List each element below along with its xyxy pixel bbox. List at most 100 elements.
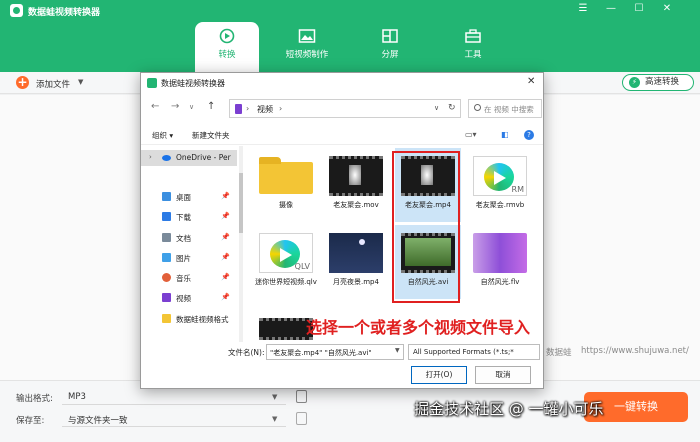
app-header: 数据蛙视频转换器 ☰ — ☐ ✕ 转换 短视频制作 分屏 工具 (0, 0, 700, 72)
back-icon[interactable]: ← (151, 101, 159, 112)
save-to-label: 保存至: (16, 416, 45, 426)
file-item[interactable]: RM 老友聚会.rmvb (467, 148, 533, 222)
video-file-icon (473, 233, 527, 273)
close-icon[interactable]: ✕ (660, 3, 674, 14)
nav-item-music[interactable]: 音乐 📌 (141, 270, 237, 286)
nav-item-shujuwa-folder[interactable]: 数据蛙视频格式 (141, 311, 237, 327)
navigation-pane: › OneDrive - Per 桌面 📌 下载 📌 文档 📌 图片 📌 音乐 … (141, 146, 239, 342)
file-item[interactable]: 月亮夜景.mp4 (323, 225, 389, 299)
add-file-icon[interactable]: + (16, 76, 29, 89)
tencent-video-icon: RM (473, 156, 527, 196)
tab-short-video-label: 短视频制作 (285, 50, 329, 60)
output-format-value: MP3 (68, 392, 86, 402)
search-input[interactable]: 在 视频 中搜索 (468, 99, 542, 118)
navigation-bar: ← → ∨ ↑ › 视频 › ∨ ↻ 在 视频 中搜索 (141, 95, 543, 121)
file-type-filter[interactable]: All Supported Formats (*.ts;* (408, 344, 540, 360)
chevron-right-icon: › (149, 153, 152, 161)
nav-label: 音乐 (176, 274, 191, 283)
site-watermark-label: 数据蛙 (546, 348, 572, 358)
open-button[interactable]: 打开(O) (411, 366, 467, 384)
convert-icon (219, 28, 235, 44)
nav-item-videos[interactable]: 视频 📌 (141, 290, 237, 306)
menu-icon[interactable]: ☰ (576, 3, 590, 14)
filename-row: 文件名(N): "老友聚会.mp4" "自然风光.avi" ▼ All Supp… (141, 343, 543, 361)
refresh-icon[interactable]: ↻ (448, 103, 456, 113)
nav-item-desktop[interactable]: 桌面 📌 (141, 189, 237, 205)
nav-item-downloads[interactable]: 下载 📌 (141, 209, 237, 225)
pin-icon: 📌 (221, 192, 230, 200)
music-icon (162, 273, 171, 282)
dialog-title: 数据蛙视频转换器 (161, 79, 225, 88)
dialog-buttons: 打开(O) 取消 (141, 363, 543, 389)
video-icon (162, 293, 171, 302)
file-name: 老友聚会.mov (333, 201, 379, 209)
file-item[interactable]: 老友聚会.mov (323, 148, 389, 222)
nav-item-pictures[interactable]: 图片 📌 (141, 250, 237, 266)
download-icon (162, 212, 171, 221)
file-item[interactable]: 摄像 (253, 148, 319, 222)
minimize-icon[interactable]: — (604, 3, 618, 14)
video-thumbnail (329, 233, 383, 273)
app-logo (147, 78, 157, 88)
file-name: 老友聚会.rmvb (475, 201, 525, 209)
tab-split-screen-label: 分屏 (381, 50, 399, 60)
tab-convert[interactable]: 转换 (195, 22, 259, 72)
video-icon (235, 104, 242, 114)
open-file-dialog: 数据蛙视频转换器 ✕ ← → ∨ ↑ › 视频 › ∨ ↻ 在 视频 中搜索 组… (140, 72, 544, 389)
chevron-down-icon[interactable]: ▼ (272, 415, 277, 423)
cancel-button[interactable]: 取消 (475, 366, 531, 384)
maximize-icon[interactable]: ☐ (632, 3, 646, 14)
nav-label: 下载 (176, 213, 191, 222)
pin-icon: 📌 (221, 273, 230, 281)
new-folder-button[interactable]: 新建文件夹 (192, 130, 230, 141)
command-bar: 组织 ▾ 新建文件夹 ▭▾ ◧ ? (141, 125, 543, 145)
lightning-icon: ⚡ (629, 77, 640, 88)
format-settings-icon[interactable] (296, 390, 307, 403)
help-icon[interactable]: ? (524, 130, 534, 140)
forward-icon[interactable]: → (171, 101, 179, 112)
address-bar[interactable]: › 视频 › ∨ ↻ (229, 99, 461, 118)
output-format-select[interactable] (62, 389, 286, 405)
tab-tools-label: 工具 (464, 50, 482, 60)
nav-label: 视频 (176, 294, 191, 303)
chevron-down-icon[interactable]: ∨ (434, 104, 439, 112)
file-item[interactable]: QLV 迷你世界短视频.qlv (253, 225, 319, 307)
tab-tools[interactable]: 工具 (442, 22, 504, 72)
app-window: 数据蛙视频转换器 ☰ — ☐ ✕ 转换 短视频制作 分屏 工具 + 添加文件 ▼… (0, 0, 700, 442)
file-name: 月亮夜景.mp4 (333, 278, 379, 286)
chevron-down-icon[interactable]: ▼ (272, 393, 277, 401)
tencent-video-icon: QLV (259, 233, 313, 273)
fast-convert-button[interactable]: ⚡ 高速转换 (622, 74, 694, 91)
folder-icon[interactable] (296, 412, 307, 425)
toolbox-icon (465, 29, 481, 43)
search-placeholder: 在 视频 中搜索 (484, 105, 534, 114)
nav-scrollbar-thumb[interactable] (239, 173, 243, 233)
pin-icon: 📌 (221, 293, 230, 301)
file-name: 摄像 (279, 201, 293, 209)
tab-short-video[interactable]: 短视频制作 (276, 22, 338, 72)
chevron-down-icon[interactable]: ∨ (189, 103, 194, 111)
up-icon[interactable]: ↑ (207, 101, 215, 112)
filename-label: 文件名(N): (228, 348, 265, 357)
organize-menu[interactable]: 组织 ▾ (152, 130, 173, 141)
chevron-right-icon: › (246, 104, 250, 113)
fast-convert-label: 高速转换 (645, 77, 680, 87)
chevron-right-icon: › (279, 104, 283, 113)
view-mode-icon[interactable]: ▭▾ (465, 130, 477, 139)
dialog-titlebar: 数据蛙视频转换器 ✕ (141, 73, 543, 93)
add-file-button[interactable]: 添加文件 (36, 78, 70, 90)
nav-item-documents[interactable]: 文档 📌 (141, 230, 237, 246)
save-to-value: 与源文件夹一致 (68, 416, 128, 426)
chevron-down-icon[interactable]: ▼ (395, 347, 400, 354)
close-icon[interactable]: ✕ (527, 76, 535, 87)
annotation-text: 选择一个或者多个视频文件导入 (306, 318, 531, 337)
selection-highlight-box (392, 151, 460, 303)
file-item[interactable]: 自然风光.flv (467, 225, 533, 299)
nav-label: 数据蛙视频格式 (176, 315, 229, 324)
tab-split-screen[interactable]: 分屏 (359, 22, 421, 72)
preview-pane-icon[interactable]: ◧ (501, 130, 509, 139)
chevron-down-icon[interactable]: ▼ (78, 78, 83, 86)
nav-item-onedrive[interactable]: › OneDrive - Per (141, 150, 237, 166)
filename-input[interactable]: "老友聚会.mp4" "自然风光.avi" (266, 344, 404, 360)
pin-icon: 📌 (221, 233, 230, 241)
